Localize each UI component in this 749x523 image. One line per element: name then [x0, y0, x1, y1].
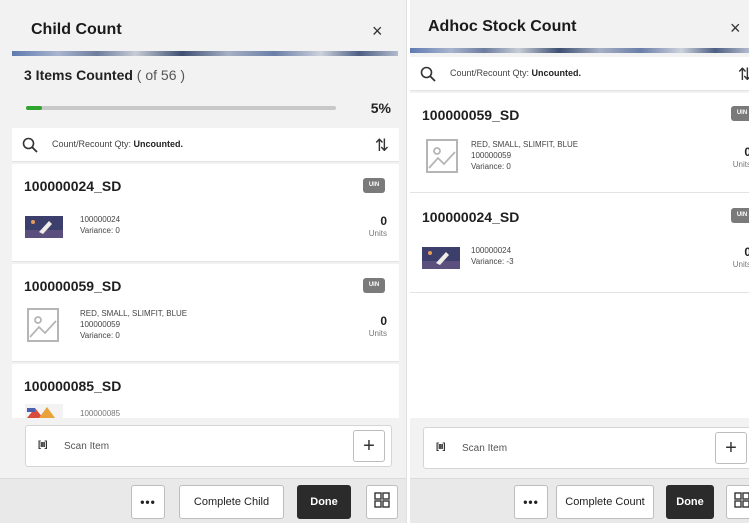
list-item[interactable]: 100000085_SD 100000085	[12, 364, 399, 418]
close-icon[interactable]: ×	[372, 22, 383, 40]
filter-prefix: Count/Recount Qty:	[52, 139, 134, 149]
list-item[interactable]: 100000024_SD UIN 100000024 Variance: -3 …	[410, 195, 749, 293]
item-variance: Variance: 0	[471, 162, 511, 171]
complete-child-button[interactable]: Complete Child	[179, 485, 284, 519]
qty-value: 0	[744, 245, 749, 259]
grid-menu-icon	[374, 492, 390, 508]
item-description: RED, SMALL, SLIMFIT, BLUE 100000059 Vari…	[471, 139, 578, 172]
add-item-button[interactable]: +	[353, 430, 385, 462]
list-item[interactable]: 100000059_SD UIN RED, SMALL, SLIMFIT, BL…	[410, 93, 749, 193]
item-sku: 100000059	[80, 320, 121, 329]
qty-unit: Units	[732, 160, 749, 169]
qty-unit: Units	[732, 260, 749, 269]
grid-menu-icon	[734, 492, 749, 508]
item-quantity: 0 Units	[711, 245, 749, 269]
items-total-text: ( of 56 )	[136, 67, 186, 83]
barcode-scan-icon[interactable]: [ııı]	[436, 441, 445, 451]
items-counted-label: 3 Items Counted ( of 56 )	[24, 67, 185, 83]
header-banner	[410, 48, 749, 53]
filter-bar[interactable]: Count/Recount Qty: Uncounted. ⇅	[410, 57, 749, 91]
scan-placeholder: Scan Item	[64, 441, 110, 452]
item-id: 100000059_SD	[422, 107, 520, 123]
item-sku: 100000024	[80, 215, 121, 224]
close-icon[interactable]: ×	[730, 19, 741, 37]
item-variance: Variance: 0	[80, 331, 120, 340]
scan-placeholder: Scan Item	[462, 443, 508, 454]
items-counted-text: 3 Items Counted	[24, 67, 133, 83]
uin-badge: UIN	[731, 208, 749, 223]
filter-text: Count/Recount Qty: Uncounted.	[450, 68, 581, 78]
qty-value: 0	[744, 145, 749, 159]
more-options-button[interactable]: •••	[514, 485, 548, 519]
item-list: 100000059_SD UIN RED, SMALL, SLIMFIT, BL…	[410, 93, 749, 418]
image-placeholder-icon	[426, 139, 458, 173]
add-item-button[interactable]: +	[715, 432, 747, 464]
complete-count-button[interactable]: Complete Count	[556, 485, 654, 519]
item-quantity: 0 Units	[347, 214, 387, 238]
panel-header: Adhoc Stock Count ×	[410, 0, 749, 50]
qty-unit: Units	[368, 329, 387, 338]
filter-bar[interactable]: Count/Recount Qty: Uncounted. ⇅	[12, 128, 399, 162]
filter-value: Uncounted.	[133, 139, 184, 149]
list-item[interactable]: 100000059_SD UIN RED, SMALL, SLIMFIT, BL…	[12, 264, 399, 362]
panel-title: Adhoc Stock Count	[428, 18, 577, 35]
barcode-scan-icon[interactable]: [ııı]	[38, 439, 47, 449]
image-placeholder-icon	[27, 308, 59, 342]
item-sku: 100000024	[471, 246, 512, 255]
item-sku: 100000085	[80, 409, 121, 418]
qty-value: 0	[380, 314, 387, 328]
item-variance: Variance: -3	[471, 257, 514, 266]
done-button[interactable]: Done	[297, 485, 351, 519]
search-icon[interactable]	[22, 137, 38, 153]
grid-menu-button[interactable]	[726, 485, 749, 519]
item-list: 100000024_SD UIN 100000024 Variance: 0 0…	[12, 164, 399, 418]
scan-item-field[interactable]: [ııı] Scan Item +	[423, 427, 749, 469]
product-image	[25, 216, 63, 238]
panel-header: Child Count ×	[0, 0, 406, 50]
adhoc-stock-count-panel: Adhoc Stock Count × Count/Recount Qty: U…	[410, 0, 749, 523]
item-id: 100000059_SD	[24, 278, 122, 294]
item-quantity: 0 Units	[347, 314, 387, 338]
uin-badge: UIN	[363, 278, 385, 293]
item-quantity: 0 Units	[711, 145, 749, 169]
item-sku: 100000059	[471, 151, 512, 160]
done-button[interactable]: Done	[666, 485, 714, 519]
item-id: 100000024_SD	[24, 178, 122, 194]
product-image	[25, 404, 63, 418]
item-attributes: RED, SMALL, SLIMFIT, BLUE	[80, 309, 188, 318]
uin-badge: UIN	[731, 106, 749, 121]
count-summary: 3 Items Counted ( of 56 ) 5%	[12, 56, 399, 126]
filter-text: Count/Recount Qty: Uncounted.	[52, 139, 183, 149]
item-attributes: RED, SMALL, SLIMFIT, BLUE	[471, 140, 579, 149]
item-id: 100000085_SD	[24, 378, 122, 394]
item-description: 100000024 Variance: 0	[80, 214, 120, 236]
item-description: RED, SMALL, SLIMFIT, BLUE 100000059 Vari…	[80, 308, 187, 341]
more-options-button[interactable]: •••	[131, 485, 165, 519]
progress-bar	[26, 106, 336, 110]
qty-value: 0	[380, 214, 387, 228]
grid-menu-button[interactable]	[366, 485, 398, 519]
item-description: 100000085	[80, 408, 120, 418]
panel-title: Child Count	[31, 21, 122, 38]
action-footer: ••• Complete Child Done	[0, 478, 406, 523]
action-footer: ••• Complete Count Done	[410, 478, 749, 523]
item-description: 100000024 Variance: -3	[471, 245, 514, 267]
uin-badge: UIN	[363, 178, 385, 193]
filter-prefix: Count/Recount Qty:	[450, 68, 532, 78]
child-count-panel: Child Count × 3 Items Counted ( of 56 ) …	[0, 0, 407, 523]
product-image	[422, 247, 460, 269]
filter-value: Uncounted.	[531, 68, 582, 78]
scan-item-field[interactable]: [ııı] Scan Item +	[25, 425, 392, 467]
search-icon[interactable]	[420, 66, 436, 82]
progress-percent: 5%	[370, 100, 391, 116]
sort-icon[interactable]: ⇅	[738, 65, 749, 85]
sort-icon[interactable]: ⇅	[375, 136, 389, 156]
item-id: 100000024_SD	[422, 209, 520, 225]
item-variance: Variance: 0	[80, 226, 120, 235]
list-item[interactable]: 100000024_SD UIN 100000024 Variance: 0 0…	[12, 164, 399, 262]
qty-unit: Units	[368, 229, 387, 238]
progress-fill	[26, 106, 42, 110]
